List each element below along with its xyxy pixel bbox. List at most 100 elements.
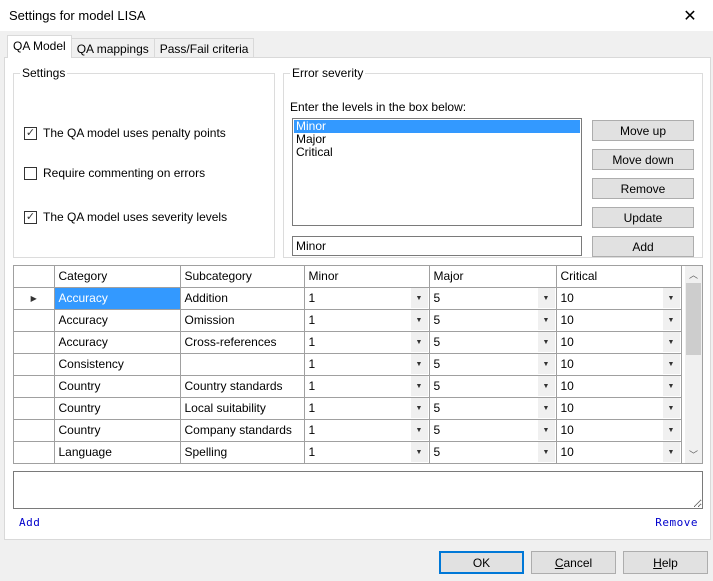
remove-link[interactable]: Remove [655, 516, 698, 529]
minor-penalty-combobox[interactable]: 1 ▼ [309, 310, 428, 330]
grid-row[interactable]: Country Country standards 1 ▼ 5 ▼ 10 ▼ [14, 374, 682, 398]
minor-penalty-cell[interactable]: 1 ▼ [303, 330, 430, 354]
grid-row[interactable]: ▶ Accuracy Addition 1 ▼ 5 ▼ 10 ▼ [14, 286, 682, 310]
row-header[interactable] [14, 374, 55, 398]
move-up-button[interactable]: Move up [592, 120, 694, 141]
subcategory-cell[interactable] [179, 352, 305, 376]
dropdown-arrow-icon[interactable]: ▼ [537, 420, 555, 440]
critical-penalty-cell[interactable]: 10 ▼ [555, 374, 682, 398]
dropdown-arrow-icon[interactable]: ▼ [410, 398, 428, 418]
minor-penalty-cell[interactable]: 1 ▼ [303, 352, 430, 376]
minor-penalty-cell[interactable]: 1 ▼ [303, 308, 430, 332]
cancel-button[interactable]: Cancel [531, 551, 616, 574]
severity-level-item[interactable]: Major [294, 133, 580, 146]
grid-row[interactable]: Language Spelling 1 ▼ 5 ▼ 10 ▼ [14, 440, 682, 463]
add-level-button[interactable]: Add [592, 236, 694, 257]
tab-pass-fail-criteria[interactable]: Pass/Fail criteria [153, 38, 255, 58]
dropdown-arrow-icon[interactable]: ▼ [410, 420, 428, 440]
critical-penalty-cell[interactable]: 10 ▼ [555, 352, 682, 376]
major-penalty-combobox[interactable]: 5 ▼ [434, 310, 555, 330]
critical-penalty-cell[interactable]: 10 ▼ [555, 330, 682, 354]
update-level-button[interactable]: Update [592, 207, 694, 228]
category-cell[interactable]: Consistency [53, 352, 181, 376]
minor-penalty-combobox[interactable]: 1 ▼ [309, 332, 428, 352]
major-penalty-cell[interactable]: 5 ▼ [428, 374, 557, 398]
dropdown-arrow-icon[interactable]: ▼ [537, 398, 555, 418]
dropdown-arrow-icon[interactable]: ▼ [662, 332, 680, 352]
critical-penalty-cell[interactable]: 10 ▼ [555, 286, 682, 310]
row-header[interactable]: ▶ [14, 286, 55, 310]
add-link[interactable]: Add [19, 516, 40, 529]
dropdown-arrow-icon[interactable]: ▼ [662, 442, 680, 462]
major-penalty-combobox[interactable]: 5 ▼ [434, 398, 555, 418]
major-penalty-cell[interactable]: 5 ▼ [428, 440, 557, 463]
minor-penalty-cell[interactable]: 1 ▼ [303, 440, 430, 463]
row-header[interactable] [14, 352, 55, 376]
subcategory-cell[interactable]: Spelling [179, 440, 305, 463]
minor-penalty-cell[interactable]: 1 ▼ [303, 286, 430, 310]
grid-vertical-scrollbar[interactable]: ︿ ﹀ [685, 266, 702, 463]
dropdown-arrow-icon[interactable]: ▼ [537, 354, 555, 374]
critical-penalty-cell[interactable]: 10 ▼ [555, 396, 682, 420]
grid-row[interactable]: Accuracy Omission 1 ▼ 5 ▼ 10 ▼ [14, 308, 682, 332]
minor-penalty-combobox[interactable]: 1 ▼ [309, 398, 428, 418]
row-header[interactable] [14, 308, 55, 332]
severity-levels-checkbox[interactable]: ✓ [24, 210, 37, 224]
penalty-points-checkbox-row[interactable]: ✓ The QA model uses penalty points [24, 126, 226, 140]
dropdown-arrow-icon[interactable]: ▼ [537, 332, 555, 352]
critical-penalty-combobox[interactable]: 10 ▼ [561, 420, 680, 440]
major-penalty-cell[interactable]: 5 ▼ [428, 286, 557, 310]
major-penalty-combobox[interactable]: 5 ▼ [434, 332, 555, 352]
critical-penalty-combobox[interactable]: 10 ▼ [561, 288, 680, 308]
category-cell[interactable]: Language [53, 440, 181, 463]
category-cell[interactable]: Accuracy [53, 308, 181, 332]
comments-box[interactable] [13, 471, 703, 509]
severity-level-item[interactable]: Minor [294, 120, 580, 133]
critical-penalty-combobox[interactable]: 10 ▼ [561, 442, 680, 462]
scroll-down-icon[interactable]: ﹀ [685, 446, 702, 463]
move-down-button[interactable]: Move down [592, 149, 694, 170]
tab-qa-mappings[interactable]: QA mappings [70, 38, 155, 58]
column-header-category[interactable]: Category [53, 266, 181, 288]
row-header[interactable] [14, 330, 55, 354]
scroll-thumb[interactable] [686, 283, 701, 355]
minor-penalty-combobox[interactable]: 1 ▼ [309, 288, 428, 308]
dropdown-arrow-icon[interactable]: ▼ [537, 376, 555, 396]
ok-button[interactable]: OK [439, 551, 524, 574]
minor-penalty-cell[interactable]: 1 ▼ [303, 396, 430, 420]
critical-penalty-cell[interactable]: 10 ▼ [555, 440, 682, 463]
dropdown-arrow-icon[interactable]: ▼ [410, 310, 428, 330]
dropdown-arrow-icon[interactable]: ▼ [662, 288, 680, 308]
dropdown-arrow-icon[interactable]: ▼ [537, 310, 555, 330]
column-header-minor[interactable]: Minor [303, 266, 430, 288]
critical-penalty-cell[interactable]: 10 ▼ [555, 308, 682, 332]
subcategory-cell[interactable]: Country standards [179, 374, 305, 398]
grid-row[interactable]: Country Local suitability 1 ▼ 5 ▼ 10 ▼ [14, 396, 682, 420]
dropdown-arrow-icon[interactable]: ▼ [662, 420, 680, 440]
critical-penalty-cell[interactable]: 10 ▼ [555, 418, 682, 442]
minor-penalty-combobox[interactable]: 1 ▼ [309, 442, 428, 462]
major-penalty-cell[interactable]: 5 ▼ [428, 396, 557, 420]
category-cell[interactable]: Country [53, 374, 181, 398]
grid-row[interactable]: Accuracy Cross-references 1 ▼ 5 ▼ 10 ▼ [14, 330, 682, 354]
severity-levels-listbox[interactable]: Minor Major Critical [292, 118, 582, 226]
category-cell[interactable]: Country [53, 418, 181, 442]
close-icon[interactable]: ✕ [667, 0, 713, 31]
major-penalty-combobox[interactable]: 5 ▼ [434, 376, 555, 396]
severity-level-item[interactable]: Critical [294, 146, 580, 159]
dropdown-arrow-icon[interactable]: ▼ [410, 332, 428, 352]
qa-model-grid[interactable]: Category Subcategory Minor Major Critica… [13, 265, 703, 464]
dropdown-arrow-icon[interactable]: ▼ [410, 288, 428, 308]
major-penalty-combobox[interactable]: 5 ▼ [434, 442, 555, 462]
major-penalty-combobox[interactable]: 5 ▼ [434, 354, 555, 374]
row-header[interactable] [14, 418, 55, 442]
require-commenting-checkbox-row[interactable]: Require commenting on errors [24, 166, 205, 180]
grid-row[interactable]: Country Company standards 1 ▼ 5 ▼ 10 ▼ [14, 418, 682, 442]
severity-levels-checkbox-row[interactable]: ✓ The QA model uses severity levels [24, 210, 227, 224]
subcategory-cell[interactable]: Local suitability [179, 396, 305, 420]
subcategory-cell[interactable]: Company standards [179, 418, 305, 442]
major-penalty-cell[interactable]: 5 ▼ [428, 308, 557, 332]
subcategory-cell[interactable]: Addition [179, 286, 305, 310]
major-penalty-cell[interactable]: 5 ▼ [428, 352, 557, 376]
dropdown-arrow-icon[interactable]: ▼ [662, 354, 680, 374]
